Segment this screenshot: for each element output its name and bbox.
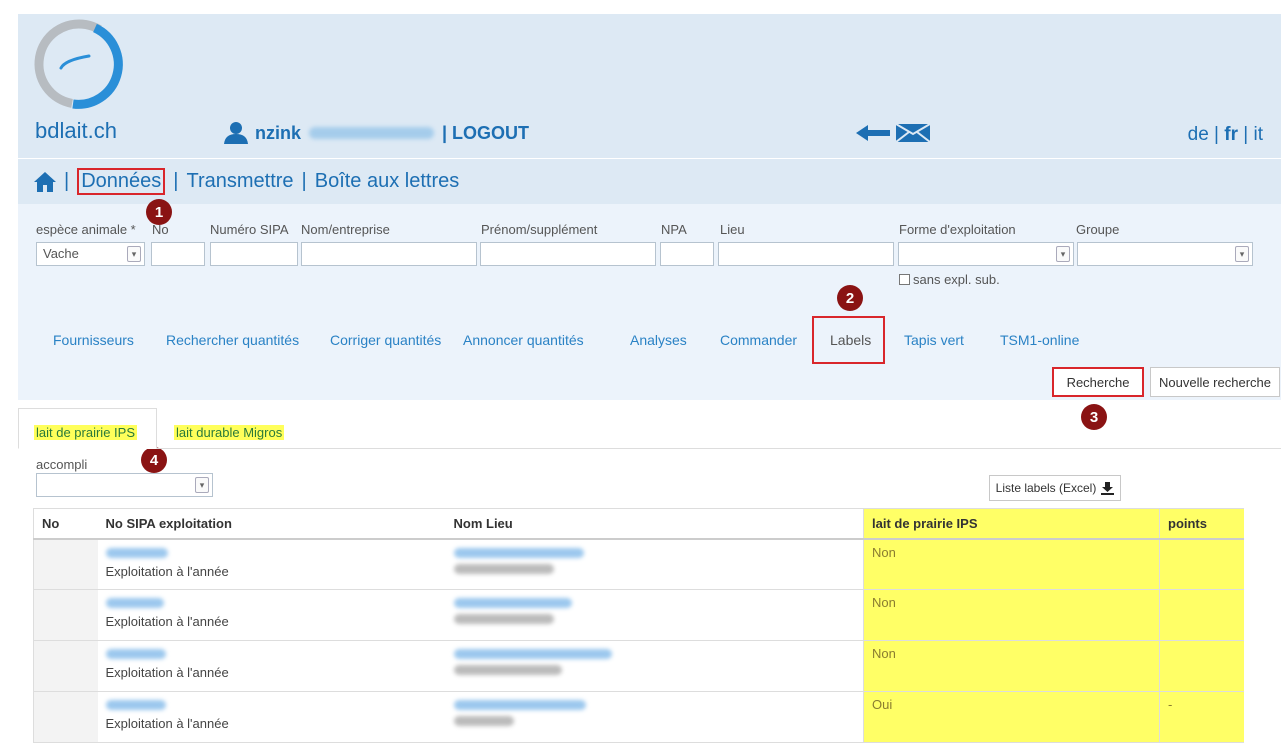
accompli-label: accompli <box>36 457 88 472</box>
prenom-input[interactable] <box>480 242 656 266</box>
logout-link[interactable]: | LOGOUT <box>442 123 529 144</box>
lieu-blurred <box>453 716 514 726</box>
npa-label: NPA <box>661 222 687 237</box>
ips-status: Non <box>872 595 896 610</box>
mail-nav <box>856 124 930 142</box>
sipa-link-blurred[interactable] <box>105 649 166 659</box>
ips-status: Oui <box>872 697 893 712</box>
user-fullname-blurred <box>309 127 435 139</box>
col-sipa[interactable]: No SIPA exploitation <box>97 508 446 540</box>
subtabs-divider <box>18 448 1281 449</box>
tab-corriger-quantites[interactable]: Corriger quantités <box>330 332 441 348</box>
step-badge-1: 1 <box>146 199 172 225</box>
col-no[interactable]: No <box>33 508 98 540</box>
lang-it[interactable]: it <box>1254 124 1264 145</box>
sipa-link-blurred[interactable] <box>105 547 168 558</box>
chevron-down-icon: ▾ <box>1235 246 1249 262</box>
user-block: nzink | LOGOUT <box>223 122 529 144</box>
tab-analyses[interactable]: Analyses <box>630 332 687 348</box>
exploitation-type: Exploitation à l'année <box>105 563 229 579</box>
tab-tsm1-online[interactable]: TSM1-online <box>1000 332 1079 348</box>
nom-link-blurred[interactable] <box>453 598 572 608</box>
main-nav: | Données | Transmettre | Boîte aux lett… <box>18 158 1281 204</box>
nom-input[interactable] <box>301 242 477 266</box>
sipa-link-blurred[interactable] <box>105 700 166 710</box>
recherche-button[interactable]: Recherche <box>1052 367 1144 397</box>
table-row[interactable]: Exploitation à l'année Non <box>33 589 1280 641</box>
ips-status: Non <box>872 646 896 661</box>
language-switch: de | fr | it <box>1187 124 1264 145</box>
nom-link-blurred[interactable] <box>453 547 584 558</box>
table-row[interactable]: Exploitation à l'année Non <box>33 538 1280 590</box>
chevron-down-icon: ▾ <box>195 477 209 493</box>
exploitation-type: Exploitation à l'année <box>105 665 229 680</box>
brand-name[interactable]: bdlait.ch <box>35 118 117 144</box>
tab-commander[interactable]: Commander <box>720 332 797 348</box>
nouvelle-recherche-button[interactable]: Nouvelle recherche <box>1150 367 1280 397</box>
forme-select[interactable]: ▾ <box>898 242 1074 266</box>
bdlait-logo-icon[interactable] <box>33 16 129 116</box>
col-points[interactable]: points <box>1159 508 1244 540</box>
tab-annoncer-quantites[interactable]: Annoncer quantités <box>463 332 584 348</box>
step-badge-3: 3 <box>1081 404 1107 430</box>
table-row[interactable]: Exploitation à l'année Non <box>33 640 1280 692</box>
username: nzink <box>255 122 302 143</box>
step-badge-4: 4 <box>141 447 167 473</box>
sans-expl-checkbox[interactable]: sans expl. sub. <box>899 272 1000 287</box>
arrow-left-icon[interactable] <box>856 125 890 141</box>
chevron-down-icon: ▾ <box>127 246 141 262</box>
nav-boite-aux-lettres[interactable]: Boîte aux lettres <box>315 170 460 193</box>
espece-select[interactable]: Vache ▾ <box>36 242 145 266</box>
sipa-link-blurred[interactable] <box>105 598 164 608</box>
lieu-blurred <box>453 665 562 675</box>
header: bdlait.ch nzink | LOGOUT de | fr | it <box>18 14 1281 158</box>
lang-de[interactable]: de <box>1188 124 1209 145</box>
groupe-label: Groupe <box>1076 222 1120 237</box>
tab-rechercher-quantites[interactable]: Rechercher quantités <box>166 332 299 348</box>
user-icon <box>224 122 248 144</box>
exploitation-type: Exploitation à l'année <box>105 614 229 629</box>
home-icon[interactable] <box>34 171 56 192</box>
mail-icon[interactable] <box>896 124 930 142</box>
nav-transmettre[interactable]: Transmettre <box>186 170 293 193</box>
nom-link-blurred[interactable] <box>453 700 586 710</box>
lieu-blurred <box>453 614 554 624</box>
nom-link-blurred[interactable] <box>453 649 612 659</box>
exploitation-type: Exploitation à l'année <box>105 716 229 731</box>
excel-export-button[interactable]: Liste labels (Excel) <box>989 475 1121 501</box>
sipa-input[interactable] <box>210 242 298 266</box>
subtab-lait-de-prairie-ips[interactable]: lait de prairie IPS <box>34 425 137 440</box>
groupe-select[interactable]: ▾ <box>1077 242 1253 266</box>
nom-label: Nom/entreprise <box>301 222 390 237</box>
subtab-lait-durable-migros[interactable]: lait durable Migros <box>174 425 285 440</box>
labels-table: No No SIPA exploitation Nom Lieu lait de… <box>33 508 1280 743</box>
nav-donnees[interactable]: Données <box>77 168 166 195</box>
points-value: - <box>1168 697 1173 712</box>
sipa-label: Numéro SIPA <box>210 222 289 237</box>
npa-input[interactable] <box>660 242 714 266</box>
col-nom-lieu[interactable]: Nom Lieu <box>445 508 864 540</box>
accompli-select[interactable]: ▾ <box>36 473 213 497</box>
tab-fournisseurs[interactable]: Fournisseurs <box>53 332 134 348</box>
step-badge-2: 2 <box>837 285 863 311</box>
table-row[interactable]: Exploitation à l'année Oui - <box>33 691 1280 743</box>
labels-highlight-box <box>812 316 885 364</box>
lieu-label: Lieu <box>720 222 745 237</box>
lang-fr[interactable]: fr <box>1224 124 1238 145</box>
lieu-blurred <box>453 563 554 574</box>
download-icon <box>1101 481 1115 495</box>
lieu-input[interactable] <box>718 242 894 266</box>
prenom-label: Prénom/supplément <box>481 222 598 237</box>
espece-label: espèce animale * <box>36 222 136 237</box>
ips-status: Non <box>872 544 896 560</box>
table-header-row: No No SIPA exploitation Nom Lieu lait de… <box>33 508 1280 540</box>
no-input[interactable] <box>151 242 205 266</box>
forme-label: Forme d'exploitation <box>899 222 1016 237</box>
checkbox-icon[interactable] <box>899 274 910 285</box>
tab-tapis-vert[interactable]: Tapis vert <box>904 332 964 348</box>
col-lait-de-prairie-ips[interactable]: lait de prairie IPS <box>863 508 1160 540</box>
chevron-down-icon: ▾ <box>1056 246 1070 262</box>
